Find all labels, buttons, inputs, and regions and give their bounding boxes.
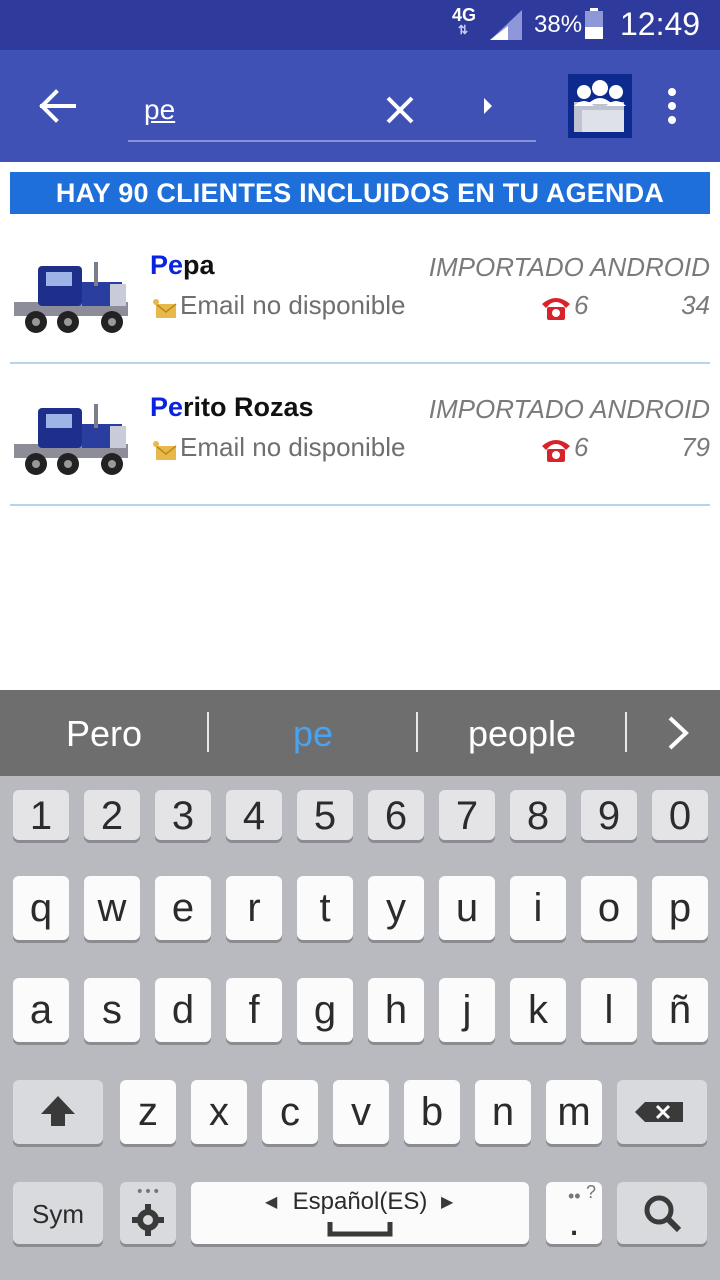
close-icon[interactable] <box>376 86 424 134</box>
clients-count-banner: HAY 90 CLIENTES INCLUIDOS EN TU AGENDA <box>10 172 710 214</box>
key-p[interactable]: p <box>652 876 708 940</box>
key-e[interactable]: e <box>155 876 211 940</box>
key-r[interactable]: r <box>226 876 282 940</box>
key-m[interactable]: m <box>546 1080 602 1144</box>
group-contacts-button[interactable] <box>568 74 632 138</box>
app-bar <box>0 50 720 162</box>
key-7[interactable]: 7 <box>439 790 495 840</box>
contact-phone-start: 6 <box>574 290 589 320</box>
key-f[interactable]: f <box>226 978 282 1042</box>
contact-source: IMPORTADO ANDROID <box>428 252 710 282</box>
envelope-icon <box>153 441 177 460</box>
key-2[interactable]: 2 <box>84 790 140 840</box>
key-n-tilde[interactable]: ñ <box>652 978 708 1042</box>
space-key[interactable]: ◀ Español(ES) ▶ <box>191 1182 529 1244</box>
play-arrow-icon[interactable] <box>474 90 502 122</box>
period-key[interactable]: ? •• . <box>546 1182 602 1244</box>
key-j[interactable]: j <box>439 978 495 1042</box>
clock: 12:49 <box>620 6 701 42</box>
key-c[interactable]: c <box>262 1080 318 1144</box>
name-match-highlight: Pe <box>150 392 184 422</box>
key-w[interactable]: w <box>84 876 140 940</box>
phone-icon[interactable] <box>540 294 572 322</box>
settings-key[interactable]: ••• <box>120 1182 176 1244</box>
key-a[interactable]: a <box>13 978 69 1042</box>
name-rest: rito Rozas <box>183 392 314 422</box>
status-bar: 4G ⇅ 38% 12:49 <box>0 0 720 50</box>
contact-email: Email no disponible <box>180 290 406 320</box>
key-n[interactable]: n <box>475 1080 531 1144</box>
suggestion-divider <box>625 712 627 752</box>
envelope-icon <box>153 299 177 318</box>
key-g[interactable]: g <box>297 978 353 1042</box>
key-4[interactable]: 4 <box>226 790 282 840</box>
name-rest: pa <box>183 250 215 280</box>
key-t[interactable]: t <box>297 876 353 940</box>
key-s[interactable]: s <box>84 978 140 1042</box>
key-y[interactable]: y <box>368 876 424 940</box>
key-i[interactable]: i <box>510 876 566 940</box>
key-0[interactable]: 0 <box>652 790 708 840</box>
contact-phone-end: 34 <box>681 290 710 320</box>
truck-icon <box>14 262 128 333</box>
key-1[interactable]: 1 <box>13 790 69 840</box>
key-q[interactable]: q <box>13 876 69 940</box>
key-u[interactable]: u <box>439 876 495 940</box>
key-l[interactable]: l <box>581 978 637 1042</box>
key-b[interactable]: b <box>404 1080 460 1144</box>
contact-name: Perito Rozas <box>150 392 314 423</box>
language-next-icon: ▶ <box>441 1194 454 1211</box>
search-input[interactable] <box>144 90 364 130</box>
network-type: 4G ⇅ <box>452 5 477 37</box>
contact-phone-start: 6 <box>574 432 589 462</box>
contact-phone-end: 79 <box>681 432 710 462</box>
space-bar-icon <box>327 1222 393 1237</box>
contact-email: Email no disponible <box>180 432 406 462</box>
more-vertical-icon[interactable] <box>652 80 692 132</box>
contact-source: IMPORTADO ANDROID <box>428 394 710 424</box>
search-key[interactable] <box>617 1182 707 1244</box>
period-label: . <box>568 1200 580 1244</box>
name-match-highlight: Pe <box>150 250 184 280</box>
key-h[interactable]: h <box>368 978 424 1042</box>
key-8[interactable]: 8 <box>510 790 566 840</box>
battery-percentage: 38% <box>534 11 583 38</box>
chevron-right-icon[interactable] <box>660 712 696 754</box>
back-arrow-icon[interactable] <box>28 82 84 130</box>
suggestion-item[interactable]: Pero <box>0 690 208 776</box>
truck-icon <box>14 404 128 475</box>
svg-text:•••: ••• <box>136 1184 161 1200</box>
shift-arrow-icon <box>41 1096 75 1126</box>
symbols-key[interactable]: Sym <box>13 1182 103 1244</box>
contact-list-item[interactable]: Perito Rozas IMPORTADO ANDROID Email no … <box>10 366 710 506</box>
battery-icon <box>585 8 603 39</box>
key-9[interactable]: 9 <box>581 790 637 840</box>
magnifier-icon <box>644 1195 682 1233</box>
shift-key[interactable] <box>13 1080 103 1144</box>
soft-keyboard: 1 2 3 4 5 6 7 8 9 0 q w e r t y u i o p … <box>0 776 720 1280</box>
key-6[interactable]: 6 <box>368 790 424 840</box>
phone-icon[interactable] <box>540 436 572 464</box>
suggestion-bar: Pero pe people <box>0 690 720 776</box>
key-k[interactable]: k <box>510 978 566 1042</box>
key-d[interactable]: d <box>155 978 211 1042</box>
key-v[interactable]: v <box>333 1080 389 1144</box>
gear-icon: ••• <box>132 1184 164 1236</box>
space-language-label: Español(ES) <box>292 1188 428 1215</box>
signal-icon <box>490 10 522 40</box>
key-5[interactable]: 5 <box>297 790 353 840</box>
backspace-icon <box>635 1102 683 1122</box>
contact-list-item[interactable]: Pepa IMPORTADO ANDROID Email no disponib… <box>10 224 710 364</box>
backspace-key[interactable] <box>617 1080 707 1144</box>
contact-name: Pepa <box>150 250 215 281</box>
group-contacts-icon <box>568 74 632 138</box>
key-z[interactable]: z <box>120 1080 176 1144</box>
key-x[interactable]: x <box>191 1080 247 1144</box>
suggestion-item-active[interactable]: pe <box>209 690 417 776</box>
key-o[interactable]: o <box>581 876 637 940</box>
suggestion-item[interactable]: people <box>418 690 626 776</box>
key-3[interactable]: 3 <box>155 790 211 840</box>
